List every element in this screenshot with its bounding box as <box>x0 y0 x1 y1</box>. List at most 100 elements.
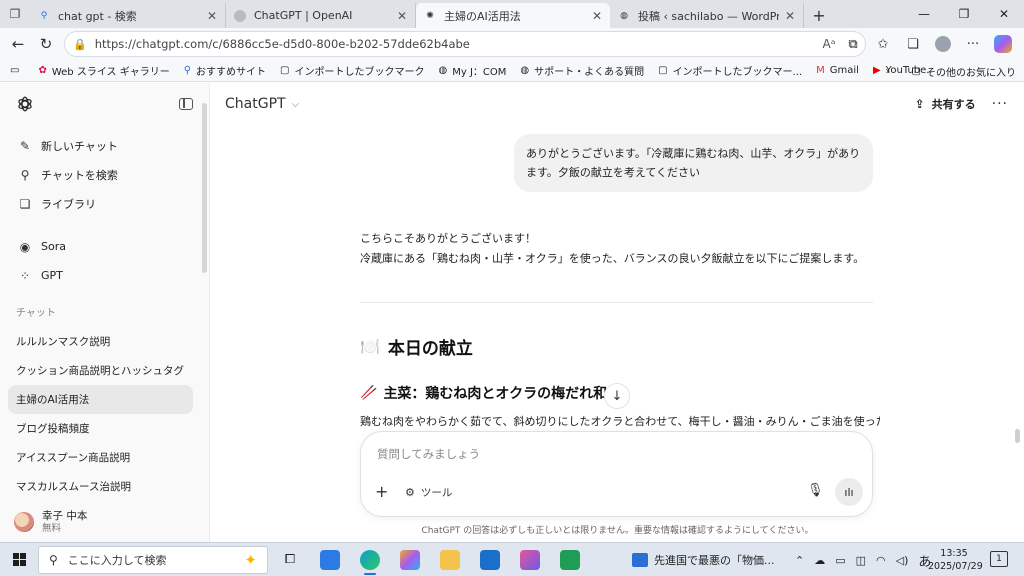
file-explorer-icon[interactable] <box>430 543 470 576</box>
bookmark-gmail[interactable]: M Gmail <box>809 60 866 82</box>
tools-label: ツール <box>420 487 453 499</box>
plate-icon: 🍽️ <box>360 337 380 356</box>
notification-center-icon[interactable]: 1 <box>990 551 1008 567</box>
share-label: 共有する <box>931 98 976 111</box>
folder-icon: ▢ <box>658 65 668 76</box>
app-365-icon[interactable] <box>510 543 550 576</box>
sidebar-item-library[interactable]: ❏ ライブラリ <box>8 189 201 218</box>
minimize-icon[interactable]: — <box>904 0 944 28</box>
scroll-down-button[interactable]: ↓ <box>604 383 630 409</box>
browser-tab-active[interactable]: ✺ 主婦のAI活用法 ✕ <box>416 3 610 28</box>
folder-icon: ▢ <box>280 65 290 76</box>
bookmark-label: Web スライス ギャラリー <box>51 67 170 78</box>
reload-icon[interactable]: ↻ <box>32 30 60 58</box>
chat-history-item[interactable]: ブログ投稿頻度 <box>8 414 193 443</box>
start-button[interactable] <box>0 543 38 576</box>
tools-button[interactable]: ⚙ ツール <box>405 485 452 500</box>
bookmark-imported-1[interactable]: ▢ インポートしたブックマーク <box>273 60 431 82</box>
favorites-icon[interactable]: ✩ <box>868 30 898 58</box>
globe-icon: ◍ <box>438 65 448 76</box>
add-attachment-icon[interactable]: + <box>375 482 388 501</box>
volume-icon[interactable]: ◁) <box>896 554 909 567</box>
web-slice-icon: ✿ <box>38 65 47 76</box>
sidebar-scrollbar[interactable] <box>202 103 207 273</box>
chat-history-item-active[interactable]: 主婦のAI活用法 <box>8 385 193 414</box>
spreadsheet-icon[interactable] <box>550 543 590 576</box>
bookmarks-bar: ▭ ✿ Web スライス ギャラリー ⚲ おすすめサイト ▢ インポートしたブックマー… <box>0 60 1024 82</box>
close-window-icon[interactable]: ✕ <box>984 0 1024 28</box>
other-favorites[interactable]: › ▢ その他のお気に入り <box>886 60 1016 82</box>
bookmark-imported-2[interactable]: ▢ インポートしたブックマー... <box>651 60 809 82</box>
bookmark-web-slice[interactable]: ✿ Web スライス ギャラリー <box>31 60 176 82</box>
close-icon[interactable]: ✕ <box>592 9 602 23</box>
wifi-icon[interactable]: ◠ <box>876 554 886 567</box>
user-plan: 無料 <box>42 522 62 534</box>
chat-history-item[interactable]: マスカルスムース治説明 <box>8 472 193 501</box>
close-icon[interactable]: ✕ <box>785 9 795 23</box>
message-composer[interactable]: 質問してみましょう + ⚙ ツール 🎙 ılı <box>360 431 873 517</box>
cloud-icon[interactable]: ☁ <box>814 554 825 567</box>
close-icon[interactable]: ✕ <box>397 9 407 23</box>
browser-tab-search[interactable]: ⚲ chat gpt - 検索 ✕ <box>30 3 226 28</box>
browser-tab-wordpress[interactable]: ◍ 投稿 ‹ sachilabo — WordPress ✕ <box>610 3 804 28</box>
browser-tab-chatgpt-openai[interactable]: ChatGPT | OpenAI ✕ <box>226 3 416 28</box>
sidebar-toggle-icon[interactable] <box>179 98 193 110</box>
microphone-icon[interactable]: 🎙 <box>807 483 824 498</box>
back-icon[interactable]: ← <box>4 30 32 58</box>
news-widget[interactable]: 先進国で最悪の「物価... <box>632 543 775 576</box>
sidebar-item-search-chats[interactable]: ⚲ チャットを検索 <box>8 160 201 189</box>
clock[interactable]: 13:35 2025/07/29 <box>928 547 983 573</box>
sidebar-header <box>0 83 209 125</box>
circle-icon <box>234 9 246 22</box>
model-selector[interactable]: ChatGPT ⌵ <box>225 96 299 112</box>
battery-icon[interactable]: ▭ <box>835 554 845 567</box>
outlook-icon[interactable] <box>470 543 510 576</box>
sidebar-item-sora[interactable]: ◉ Sora <box>8 232 201 261</box>
copilot-app-icon[interactable] <box>390 543 430 576</box>
chevron-right-icon[interactable]: › <box>886 66 890 77</box>
close-icon[interactable]: ✕ <box>207 9 217 23</box>
profile-avatar[interactable] <box>935 36 951 52</box>
search-icon: ⚲ <box>49 552 58 567</box>
divider <box>360 302 873 303</box>
copilot-icon[interactable] <box>994 35 1012 53</box>
share-button[interactable]: ⇪ 共有する <box>915 96 976 112</box>
store-icon[interactable] <box>310 543 350 576</box>
taskbar-search[interactable]: ⚲ ここに入力して検索 ✦ <box>38 545 268 574</box>
main-scrollbar[interactable] <box>1015 429 1020 443</box>
chat-history-item[interactable]: クッション商品説明とハッシュタグ <box>8 356 193 385</box>
bookmark-support[interactable]: ◍ サポート・よくある質問 <box>513 60 651 82</box>
lock-icon[interactable]: 🔒 <box>73 38 87 51</box>
voice-mode-button[interactable]: ılı <box>835 478 863 506</box>
chat-history-item[interactable]: アイススプーン商品説明 <box>8 443 193 472</box>
other-favorites-label: その他のお気に入り <box>926 67 1016 79</box>
more-options-icon[interactable]: ··· <box>992 96 1008 112</box>
more-icon[interactable]: ··· <box>958 30 988 58</box>
chat-history-item[interactable]: ルルルンマスク説明 <box>8 327 193 356</box>
main-dish-description: 鶏むね肉をやわらかく茹でて、斜め切りにしたオクラと合わせて、梅干し・醤油・みりん… <box>360 415 880 428</box>
sidebar-item-gpt[interactable]: ⁘ GPT <box>8 261 201 290</box>
reading-list-icon[interactable]: ▭ <box>0 60 31 82</box>
url-text[interactable]: https://chatgpt.com/c/6886cc5e-d5d0-800e… <box>95 37 817 51</box>
meet-icon[interactable]: ◫ <box>856 554 866 567</box>
news-icon <box>632 553 648 567</box>
collections-icon[interactable]: ❏ <box>898 30 928 58</box>
avatar[interactable] <box>14 512 34 532</box>
maximize-icon[interactable]: ❐ <box>944 0 984 28</box>
bookmark-myjcom[interactable]: ◍ My J：COM <box>431 60 513 82</box>
bookmark-recommended[interactable]: ⚲ おすすめサイト <box>177 60 273 82</box>
chevron-down-icon: ⌵ <box>291 98 300 110</box>
edge-icon[interactable] <box>350 543 390 576</box>
task-view-icon[interactable]: ⧠ <box>270 543 310 576</box>
extensions-icon[interactable]: ⧉ <box>838 30 868 58</box>
tab-actions-icon[interactable]: ❐ <box>0 0 30 28</box>
new-tab-button[interactable]: + <box>804 3 834 28</box>
heading-text: 本日の献立 <box>387 339 473 359</box>
prompt-input[interactable]: 質問してみましょう <box>377 446 480 462</box>
tab-title: 主婦のAI活用法 <box>444 9 521 23</box>
sidebar-item-new-chat[interactable]: ✎ 新しいチャット <box>8 131 201 160</box>
openai-logo-icon[interactable] <box>16 95 34 113</box>
address-bar[interactable]: 🔒 https://chatgpt.com/c/6886cc5e-d5d0-80… <box>64 31 866 57</box>
user-profile[interactable]: 幸子 中本 無料 <box>0 502 209 542</box>
chevron-up-icon[interactable]: ⌃ <box>795 554 804 567</box>
